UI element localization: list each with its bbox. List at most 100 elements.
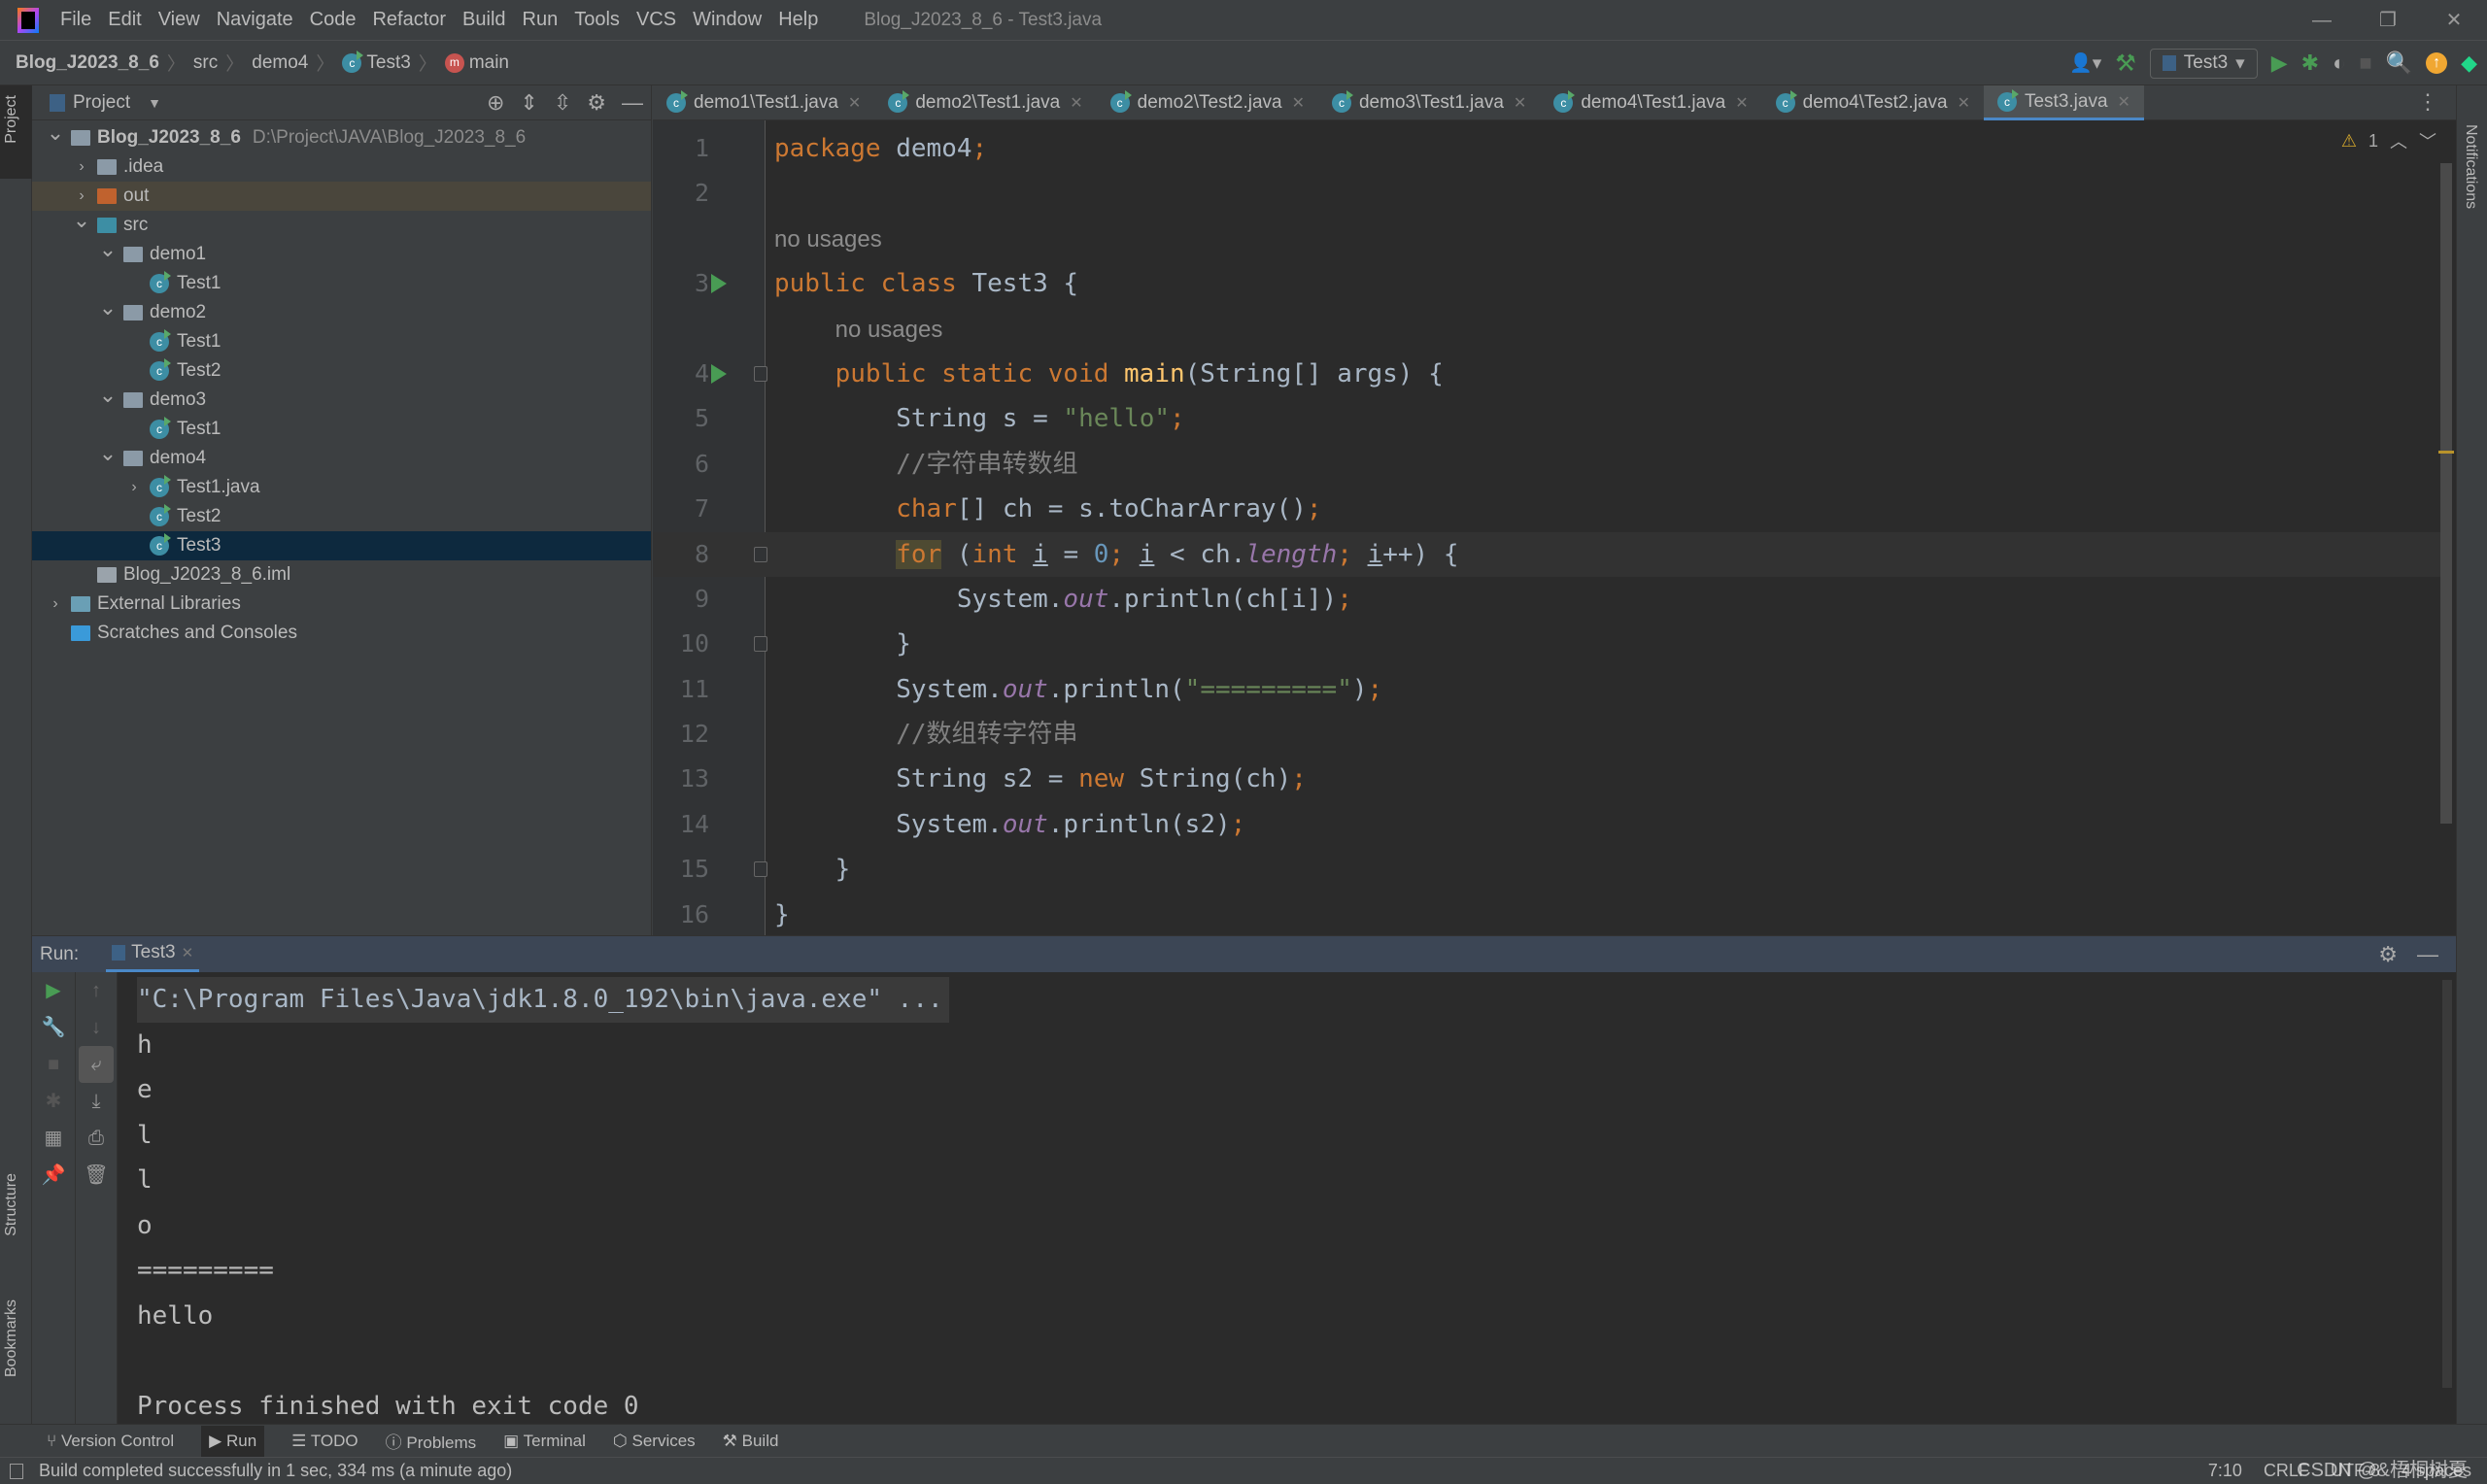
debug-icon[interactable]: ✱ bbox=[2301, 51, 2319, 76]
close-tab-icon[interactable]: ✕ bbox=[1958, 93, 1970, 113]
tree-item-blog-j2023-8-6-iml[interactable]: Blog_J2023_8_6.iml bbox=[32, 560, 651, 590]
arrow-down-icon[interactable]: ↓ bbox=[76, 1009, 117, 1046]
chevron-down-icon[interactable]: ⌄ bbox=[98, 295, 118, 320]
soft-wrap-icon[interactable]: ⤶ bbox=[79, 1046, 114, 1083]
bottom-tab-terminal[interactable]: ▣ Terminal bbox=[503, 1432, 586, 1451]
stop-icon[interactable]: ■ bbox=[2359, 51, 2371, 76]
tree-item--idea[interactable]: › .idea bbox=[32, 152, 651, 182]
search-icon[interactable]: 🔍 bbox=[2386, 51, 2412, 76]
chevron-right-icon[interactable]: › bbox=[124, 479, 144, 496]
close-tab-icon[interactable]: ✕ bbox=[1514, 93, 1526, 113]
menu-tools[interactable]: Tools bbox=[574, 9, 620, 30]
bookmarks-tool-tab[interactable]: Bookmarks bbox=[3, 1299, 20, 1377]
bottom-tab-build[interactable]: ⚒ Build bbox=[723, 1432, 779, 1451]
tree-item-demo1[interactable]: ⌄ demo1 bbox=[32, 237, 651, 269]
tree-item-test2[interactable]: c Test2 bbox=[32, 356, 651, 386]
tree-item-out[interactable]: › out bbox=[32, 182, 651, 211]
run-gutter-icon[interactable] bbox=[711, 274, 727, 294]
coverage-icon[interactable]: ◐ bbox=[2333, 51, 2345, 76]
chevron-down-icon[interactable]: ⌄ bbox=[98, 441, 118, 466]
chevron-right-icon[interactable]: › bbox=[46, 595, 65, 613]
chevron-right-icon[interactable]: › bbox=[72, 187, 91, 205]
console-output[interactable]: "C:\Program Files\Java\jdk1.8.0_192\bin\… bbox=[137, 977, 949, 1429]
chevron-down-icon[interactable]: ⌄ bbox=[98, 383, 118, 408]
notifications-tool-tab[interactable]: Notifications bbox=[2462, 124, 2479, 209]
stop-icon[interactable]: ■ bbox=[32, 1046, 75, 1083]
run-tab-test3[interactable]: Test3 ✕ bbox=[106, 936, 200, 972]
print-icon[interactable]: ⎙ bbox=[76, 1120, 117, 1157]
tree-item-test1[interactable]: c Test1 bbox=[32, 327, 651, 356]
tree-item-demo4[interactable]: ⌄ demo4 bbox=[32, 441, 651, 473]
breadcrumb-src[interactable]: src bbox=[193, 52, 218, 74]
toolbox-icon[interactable]: ◆ bbox=[2461, 51, 2477, 76]
fold-icon[interactable] bbox=[754, 365, 767, 382]
close-tab-icon[interactable]: ✕ bbox=[182, 944, 194, 961]
menu-help[interactable]: Help bbox=[778, 9, 818, 30]
close-tab-icon[interactable]: ✕ bbox=[1735, 93, 1748, 113]
expand-all-icon[interactable]: ⇕ bbox=[520, 90, 537, 116]
menu-vcs[interactable]: VCS bbox=[636, 9, 676, 30]
close-tab-icon[interactable]: ✕ bbox=[1070, 93, 1082, 113]
tab-demo4-test2-java[interactable]: c demo4\Test2.java ✕ bbox=[1762, 85, 1984, 120]
locate-icon[interactable]: ⊕ bbox=[487, 90, 504, 116]
chevron-down-icon[interactable]: ⌄ bbox=[98, 237, 118, 262]
structure-tool-tab[interactable]: Structure bbox=[3, 1173, 20, 1236]
project-tool-tab[interactable]: Project bbox=[3, 95, 20, 144]
tab-demo4-test1-java[interactable]: c demo4\Test1.java ✕ bbox=[1540, 85, 1761, 120]
tree-item-test2[interactable]: c Test2 bbox=[32, 502, 651, 531]
tree-item-test1-java[interactable]: › c Test1.java bbox=[32, 473, 651, 502]
previous-highlight-icon[interactable]: ︿ bbox=[2390, 128, 2407, 153]
next-highlight-icon[interactable]: ﹀ bbox=[2419, 128, 2436, 153]
chevron-down-icon[interactable]: ⌄ bbox=[46, 120, 65, 146]
warning-icon[interactable]: ⚠ bbox=[2341, 131, 2357, 152]
no-usages-hint[interactable]: no usages bbox=[774, 226, 882, 253]
gear-icon[interactable]: ⚙ bbox=[2378, 942, 2398, 967]
build-hammer-icon[interactable]: ⚒ bbox=[2115, 50, 2136, 78]
restore-icon[interactable]: ❐ bbox=[2355, 0, 2421, 41]
tree-item-test3[interactable]: c Test3 bbox=[32, 531, 651, 560]
run-icon[interactable]: ▶ bbox=[2271, 51, 2288, 76]
bottom-tab-todo[interactable]: ☰ TODO bbox=[291, 1432, 358, 1451]
bottom-tab-problems[interactable]: ⓘ Problems bbox=[386, 1429, 477, 1453]
menu-build[interactable]: Build bbox=[462, 9, 505, 30]
layout-icon[interactable]: ▦ bbox=[32, 1120, 75, 1157]
breadcrumb-demo4[interactable]: demo4 bbox=[252, 52, 308, 74]
console-scrollbar[interactable] bbox=[2442, 980, 2452, 1388]
tree-item-blog-j2023-8-6[interactable]: ⌄ Blog_J2023_8_6 D:\Project\JAVA\Blog_J202… bbox=[32, 120, 651, 152]
menu-refactor[interactable]: Refactor bbox=[372, 9, 446, 30]
wrench-icon[interactable]: 🔧 bbox=[32, 1009, 75, 1046]
hide-icon[interactable]: — bbox=[622, 90, 643, 116]
tree-item-test1[interactable]: c Test1 bbox=[32, 415, 651, 444]
bottom-tab-run[interactable]: ▶ Run bbox=[201, 1425, 265, 1457]
close-tab-icon[interactable]: ✕ bbox=[1292, 93, 1305, 113]
warning-marker[interactable] bbox=[2438, 451, 2454, 454]
no-usages-hint[interactable]: no usages bbox=[835, 317, 943, 343]
close-icon[interactable]: ✕ bbox=[2421, 0, 2487, 41]
tree-item-demo3[interactable]: ⌄ demo3 bbox=[32, 383, 651, 415]
fold-icon[interactable] bbox=[754, 546, 767, 562]
bottom-tab-version-control[interactable]: ⑂ Version Control bbox=[47, 1432, 174, 1451]
tree-item-scratches-and-consoles[interactable]: Scratches and Consoles bbox=[32, 619, 651, 648]
menu-run[interactable]: Run bbox=[523, 9, 559, 30]
arrow-up-icon[interactable]: ↑ bbox=[76, 972, 117, 1009]
tab-test3-java[interactable]: c Test3.java ✕ bbox=[1983, 85, 2144, 120]
breadcrumb-main[interactable]: main bbox=[469, 52, 509, 74]
debug-icon[interactable]: ✱ bbox=[32, 1083, 75, 1120]
more-tabs-icon[interactable]: ⋮ bbox=[2417, 89, 2438, 115]
tab-demo3-test1-java[interactable]: c demo3\Test1.java ✕ bbox=[1318, 85, 1540, 120]
run-gutter-icon[interactable] bbox=[711, 363, 727, 384]
menu-file[interactable]: File bbox=[60, 9, 91, 30]
breadcrumb-test3[interactable]: Test3 bbox=[366, 52, 410, 74]
menu-code[interactable]: Code bbox=[310, 9, 357, 30]
menu-view[interactable]: View bbox=[158, 9, 200, 30]
caret-position[interactable]: 7:10 bbox=[2208, 1461, 2242, 1481]
breadcrumb-project[interactable]: Blog_J2023_8_6 bbox=[16, 52, 159, 74]
tab-demo1-test1-java[interactable]: c demo1\Test1.java ✕ bbox=[653, 85, 874, 120]
tree-item-external-libraries[interactable]: › External Libraries bbox=[32, 590, 651, 619]
tree-item-src[interactable]: ⌄ src bbox=[32, 208, 651, 240]
hide-icon[interactable]: — bbox=[2417, 942, 2438, 967]
tree-item-test1[interactable]: c Test1 bbox=[32, 269, 651, 298]
bottom-tab-services[interactable]: ⬡ Services bbox=[613, 1432, 696, 1451]
chevron-down-icon[interactable]: ▼ bbox=[148, 95, 161, 111]
tab-demo2-test1-java[interactable]: c demo2\Test1.java ✕ bbox=[874, 85, 1096, 120]
